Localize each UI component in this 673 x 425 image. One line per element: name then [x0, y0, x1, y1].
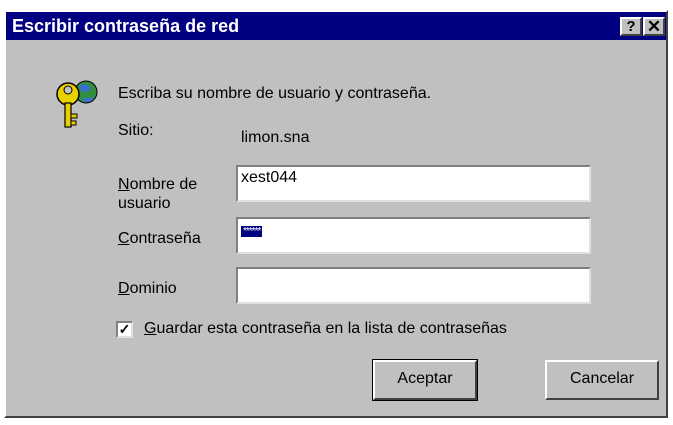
question-mark-icon: ? — [626, 18, 636, 35]
help-button[interactable]: ? — [620, 17, 642, 36]
password-value: ****** — [241, 226, 263, 237]
checkmark-icon: ✓ — [118, 321, 131, 337]
network-password-dialog: Escribir contraseña de red ? ✕ Escriba s… — [4, 10, 668, 418]
save-password-label[interactable]: Guardar esta contraseña en la lista de c… — [144, 320, 507, 338]
site-value: limon.sna — [241, 129, 310, 146]
keys-globe-icon — [56, 80, 98, 128]
username-label: Nombre de — [118, 176, 198, 193]
cancel-button[interactable]: Cancelar — [545, 360, 659, 400]
close-button[interactable]: ✕ — [643, 17, 665, 36]
domain-field[interactable] — [236, 267, 591, 304]
username-value: xest044 — [241, 169, 298, 186]
instruction-text: Escriba su nombre de usuario y contraseñ… — [118, 85, 432, 102]
site-label: Sitio: — [118, 122, 154, 139]
window-title: Escribir contraseña de red — [12, 16, 240, 36]
title-bar[interactable]: Escribir contraseña de red ? ✕ — [6, 12, 666, 40]
password-field[interactable]: ****** — [236, 217, 591, 254]
close-icon: ✕ — [646, 17, 662, 36]
save-password-checkbox[interactable]: ✓ — [116, 321, 133, 338]
accept-button[interactable]: Aceptar — [372, 359, 478, 401]
domain-label: Dominio — [118, 280, 177, 297]
username-label-line2: usuario — [118, 195, 171, 212]
username-field[interactable]: xest044 — [236, 165, 591, 202]
password-label: Contraseña — [118, 230, 201, 247]
